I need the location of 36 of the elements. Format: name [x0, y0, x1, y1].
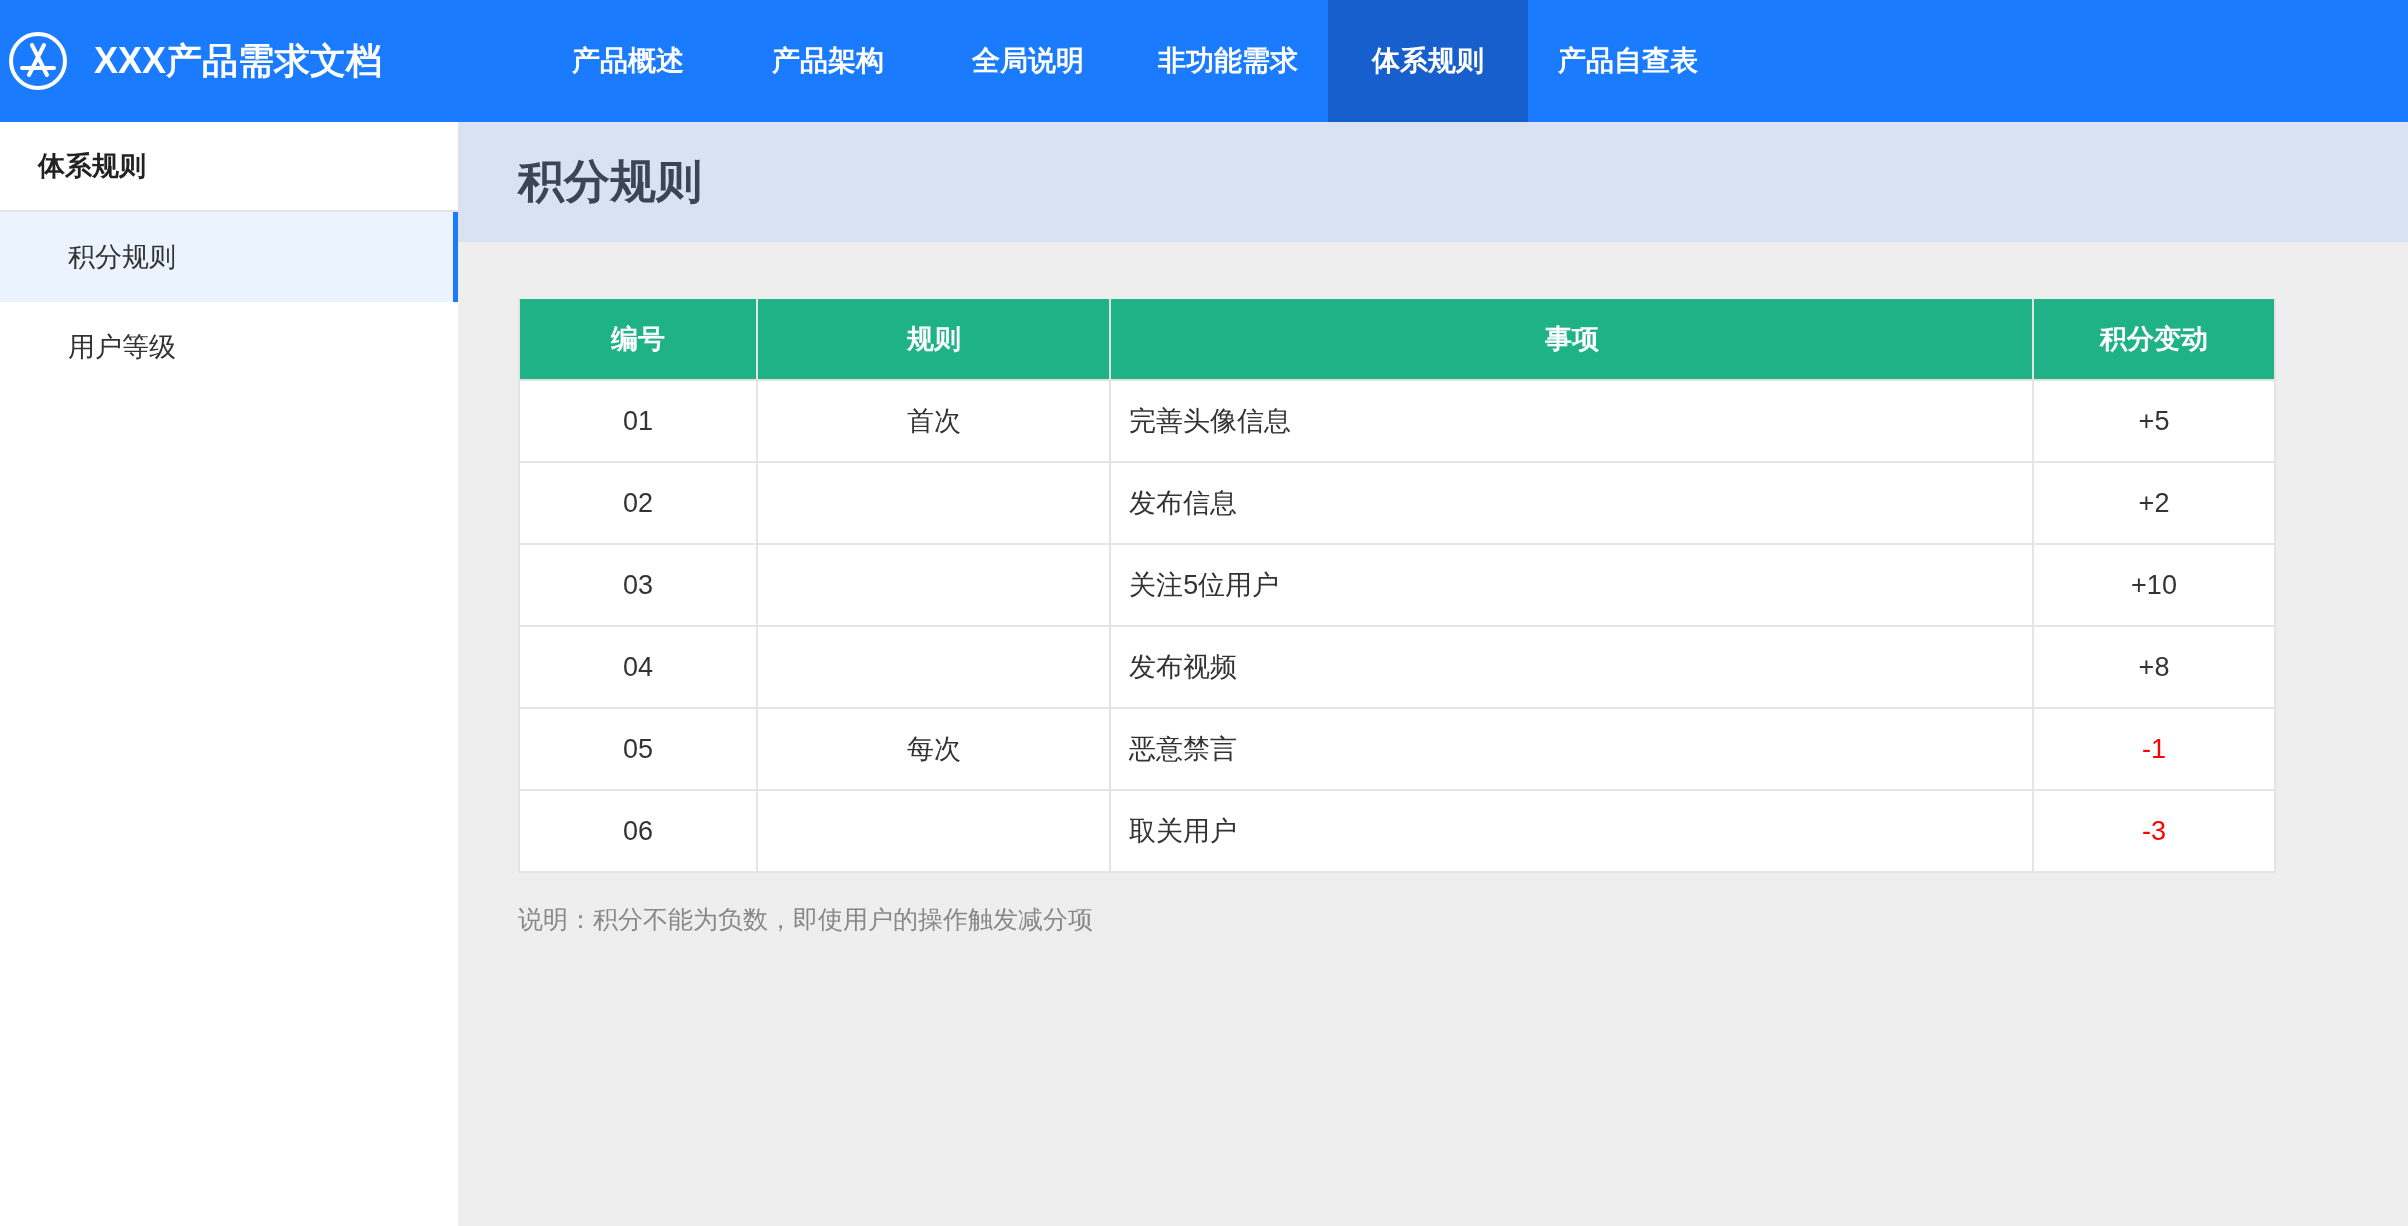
document-title: XXX产品需求文档 [94, 38, 383, 83]
table-cell: 关注5位用户 [1110, 544, 2033, 626]
table-cell: 发布视频 [1110, 626, 2033, 708]
table-cell: 02 [519, 462, 757, 544]
nav-tab[interactable]: 体系规则 [1328, 0, 1528, 122]
table-cell: 首次 [756, 380, 1111, 462]
table-cell: 06 [519, 790, 757, 872]
page-title: 积分规则 [458, 122, 2408, 242]
table-cell: 05 [519, 708, 757, 790]
table-cell: -1 [2033, 708, 2275, 790]
nav-tab[interactable]: 非功能需求 [1128, 0, 1328, 122]
table-cell: +8 [2033, 626, 2275, 708]
table-cell: 取关用户 [1110, 790, 2033, 872]
table-cell: +10 [2033, 544, 2275, 626]
note-text: 说明：积分不能为负数，即使用户的操作触发减分项 [518, 904, 1094, 935]
nav-tab[interactable]: 产品概述 [528, 0, 728, 122]
app-store-logo-icon [8, 31, 68, 91]
sidebar-item[interactable]: 用户等级 [0, 302, 458, 392]
column-header: 规则 [756, 299, 1111, 380]
table-cell: 01 [519, 380, 757, 462]
table-cell: 04 [519, 626, 757, 708]
column-header: 积分变动 [2033, 299, 2275, 380]
table-cell: 每次 [756, 708, 1111, 790]
table-cell: 恶意禁言 [1110, 708, 2033, 790]
column-header: 事项 [1110, 299, 2033, 380]
nav-tab[interactable]: 产品架构 [728, 0, 928, 122]
table-cell: 03 [519, 544, 757, 626]
nav-tab[interactable]: 产品自查表 [1528, 0, 1728, 122]
table-cell: 发布信息 [1110, 462, 2033, 544]
table-cell: 完善头像信息 [1110, 380, 2033, 462]
nav-tab[interactable]: 全局说明 [928, 0, 1128, 122]
table-cell: +5 [2033, 380, 2275, 462]
table-cell: -3 [2033, 790, 2275, 872]
column-header: 编号 [519, 299, 757, 380]
table-cell: +2 [2033, 462, 2275, 544]
sidebar-item[interactable]: 积分规则 [0, 212, 458, 302]
